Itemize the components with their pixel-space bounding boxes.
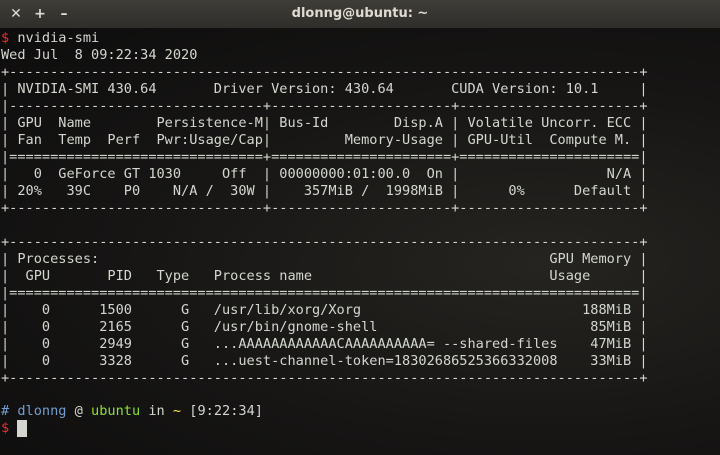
- prompt-hash: #: [1, 403, 10, 419]
- prompt-symbol: $: [1, 30, 10, 46]
- smi-output-line: | 0 2165 G /usr/bin/gnome-shell 85MiB |: [1, 319, 648, 335]
- smi-output-line: +---------------------------------------…: [1, 234, 648, 250]
- prompt-at: @: [74, 403, 83, 419]
- text-cursor: [17, 420, 27, 437]
- smi-output-line: | 0 GeForce GT 1030 Off | 00000000:01:00…: [1, 166, 648, 182]
- input-prompt-line[interactable]: $: [1, 420, 9, 437]
- prompt-symbol: $: [1, 420, 10, 436]
- smi-output-line: | 20% 39C P0 N/A / 30W | 357MiB / 1998Mi…: [1, 183, 648, 199]
- smi-output-line: | Processes: GPU Memory |: [1, 251, 648, 267]
- prompt-dir: ~: [172, 403, 182, 419]
- command-line: $ nvidia-smi: [1, 30, 99, 47]
- date-output: Wed Jul 8 09:22:34 2020: [1, 47, 198, 63]
- command-text: nvidia-smi: [9, 30, 100, 46]
- smi-output-line: |=======================================…: [1, 285, 648, 301]
- window-title: dlonng@ubuntu: ~: [291, 6, 429, 21]
- smi-output-line: | NVIDIA-SMI 430.64 Driver Version: 430.…: [1, 81, 648, 97]
- smi-output-line: | 0 1500 G /usr/lib/xorg/Xorg 188MiB |: [1, 302, 648, 318]
- prompt-host: ubuntu: [91, 403, 141, 419]
- smi-output-line: +---------------------------------------…: [1, 370, 648, 386]
- smi-output-line: +-------------------------------+-------…: [1, 200, 648, 216]
- terminal-area[interactable]: $ nvidia-smi Wed Jul 8 09:22:34 2020 +--…: [0, 28, 720, 455]
- prompt-user: dlonng: [17, 403, 67, 419]
- smi-output-line: |===============================+=======…: [1, 149, 648, 165]
- prompt-in: in: [148, 403, 165, 419]
- smi-output-line: |-------------------------------+-------…: [1, 98, 648, 114]
- prompt-status-line: # dlonng @ ubuntu in ~ [9:22:34]: [1, 403, 263, 420]
- terminal-window: ✕ + – dlonng@ubuntu: ~ $ nvidia-smi Wed …: [0, 0, 720, 455]
- smi-output-line: | GPU PID Type Process name Usage |: [1, 268, 648, 284]
- smi-output-line: | Fan Temp Perf Pwr:Usage/Cap| Memory-Us…: [1, 132, 648, 148]
- smi-output-line: | GPU Name Persistence-M| Bus-Id Disp.A …: [1, 115, 648, 131]
- smi-output-line: | 0 3328 G ...uest-channel-token=1830268…: [1, 353, 648, 369]
- prompt-time: [9:22:34]: [189, 403, 263, 419]
- smi-output-line: | 0 2949 G ...AAAAAAAAAAAACAAAAAAAAAA= -…: [1, 336, 648, 352]
- title-bar: ✕ + – dlonng@ubuntu: ~: [0, 0, 720, 29]
- smi-output-line: +---------------------------------------…: [1, 64, 648, 80]
